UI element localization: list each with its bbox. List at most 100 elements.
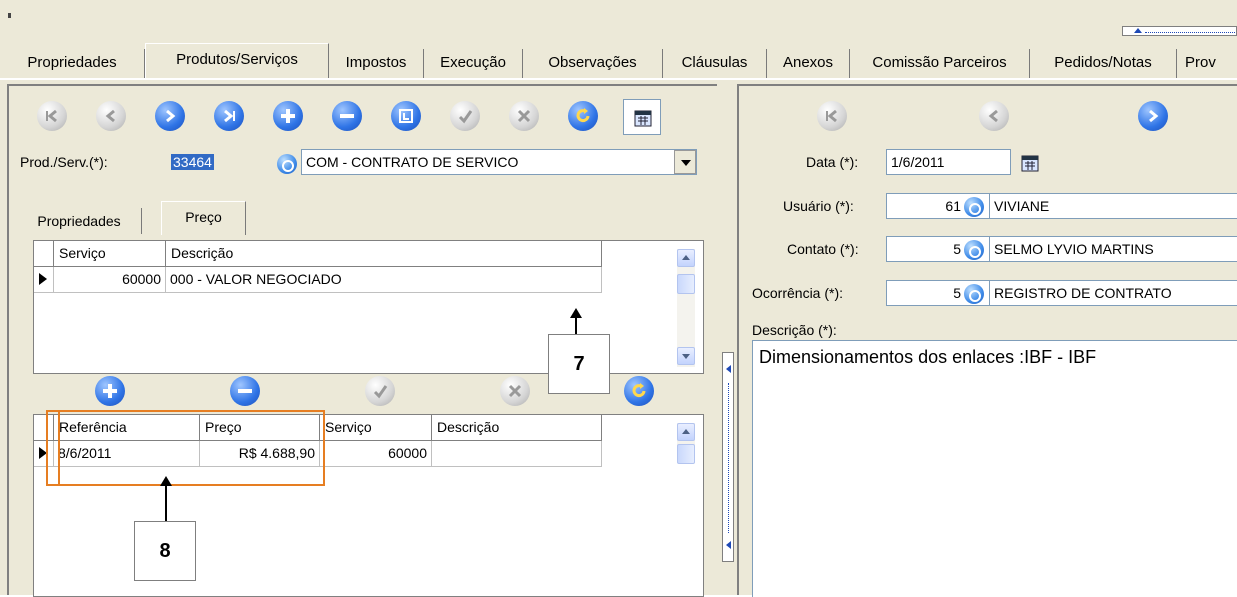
insert-button[interactable] xyxy=(273,101,303,131)
grip-mark xyxy=(8,13,11,18)
app-window: Propriedades Produtos/Serviços Impostos … xyxy=(0,0,1237,597)
first-icon xyxy=(826,109,837,123)
col-header-servico[interactable]: Serviço xyxy=(320,415,432,441)
refresh-icon xyxy=(576,108,590,123)
occ-first-button[interactable] xyxy=(817,101,847,131)
tab-clausulas[interactable]: Cláusulas xyxy=(663,49,767,79)
tab-pedidos-notas[interactable]: Pedidos/Notas xyxy=(1030,49,1177,79)
col-header-descricao[interactable]: Descrição xyxy=(432,415,602,441)
scroll-up-icon[interactable] xyxy=(677,249,695,267)
calendar-icon xyxy=(634,110,652,127)
up-arrow-icon xyxy=(1134,28,1142,33)
price-insert-button[interactable] xyxy=(95,376,125,406)
col-header-servico[interactable]: Serviço xyxy=(54,241,166,267)
tab-execucao[interactable]: Execução xyxy=(424,49,523,79)
prod-search-icon[interactable] xyxy=(277,154,297,174)
occ-next-button[interactable] xyxy=(1138,101,1168,131)
services-scrollbar[interactable] xyxy=(677,249,695,367)
tab-produtos-servicos[interactable]: Produtos/Serviços xyxy=(145,43,329,80)
tab-prov[interactable]: Prov xyxy=(1177,49,1237,79)
occurrences-pane: Data (*): 1/6/2011 Usuário (*): 61 VIVIA… xyxy=(737,84,1237,597)
cell-descricao[interactable]: 000 - VALOR NEGOCIADO xyxy=(166,267,602,293)
next-icon xyxy=(1149,109,1159,123)
prices-scrollbar[interactable] xyxy=(677,423,695,464)
ocorrencia-name-field[interactable]: REGISTRO DE CONTRATO xyxy=(989,280,1237,306)
tab-anexos[interactable]: Anexos xyxy=(767,49,850,79)
pane-splitter[interactable] xyxy=(722,352,734,562)
prod-code-field[interactable]: 33464 xyxy=(167,150,262,176)
usuario-search-icon[interactable] xyxy=(964,197,984,217)
cancel-icon xyxy=(508,384,522,398)
delete-icon xyxy=(340,114,354,118)
descricao-textarea[interactable]: Dimensionamentos dos enlaces :IBF - IBF xyxy=(752,340,1237,597)
cell-servico[interactable]: 60000 xyxy=(320,441,432,467)
chevron-down-icon[interactable] xyxy=(674,150,696,174)
first-button[interactable] xyxy=(37,101,67,131)
insert-icon xyxy=(103,384,117,398)
scroll-thumb[interactable] xyxy=(677,274,695,294)
price-cancel-button[interactable] xyxy=(500,376,530,406)
row-indicator xyxy=(34,267,54,293)
data-label: Data (*): xyxy=(806,154,859,170)
contato-name-field[interactable]: SELMO LYVIO MARTINS xyxy=(989,236,1237,262)
scroll-up-icon[interactable] xyxy=(677,423,695,441)
arrow-up-icon xyxy=(570,308,582,334)
collapse-left-icon xyxy=(726,365,731,373)
insert-icon xyxy=(281,109,295,123)
prod-serv-label: Prod./Serv.(*): xyxy=(20,154,108,170)
next-button[interactable] xyxy=(155,101,185,131)
top-strip xyxy=(0,0,1237,42)
contato-search-icon[interactable] xyxy=(964,240,984,260)
cancel-button[interactable] xyxy=(509,101,539,131)
arrow-up-icon xyxy=(160,476,172,522)
tab-impostos[interactable]: Impostos xyxy=(329,49,424,79)
scroll-down-icon[interactable] xyxy=(677,347,695,365)
products-toolbar xyxy=(9,99,709,137)
first-icon xyxy=(46,109,57,123)
scroll-thumb[interactable] xyxy=(677,444,695,464)
main-tabs: Propriedades Produtos/Serviços Impostos … xyxy=(0,43,1237,80)
edit-button[interactable] xyxy=(391,101,421,131)
subtab-preco[interactable]: Preço xyxy=(161,201,246,235)
calendar-button[interactable] xyxy=(623,99,661,135)
price-post-button[interactable] xyxy=(365,376,395,406)
tab-propriedades[interactable]: Propriedades xyxy=(0,49,145,79)
calendar-icon[interactable] xyxy=(1020,153,1040,173)
price-refresh-button[interactable] xyxy=(624,376,654,406)
delete-button[interactable] xyxy=(332,101,362,131)
prior-button[interactable] xyxy=(96,101,126,131)
collapse-left-icon xyxy=(726,541,731,549)
usuario-name-field[interactable]: VIVIANE xyxy=(989,193,1237,219)
usuario-label: Usuário (*): xyxy=(783,198,854,214)
col-header-descricao[interactable]: Descrição xyxy=(166,241,602,267)
prior-icon xyxy=(988,109,998,123)
refresh-icon xyxy=(632,383,646,398)
descricao-label: Descrição (*): xyxy=(752,322,837,338)
subtab-propriedades[interactable]: Propriedades xyxy=(17,208,142,234)
post-button[interactable] xyxy=(450,101,480,131)
tab-comissao-parceiros[interactable]: Comissão Parceiros xyxy=(850,49,1030,79)
last-icon xyxy=(224,109,235,123)
ocorrencia-label: Ocorrência (*): xyxy=(752,285,844,301)
collapse-handle[interactable] xyxy=(1122,26,1237,36)
cell-servico[interactable]: 60000 xyxy=(54,267,166,293)
price-delete-button[interactable] xyxy=(230,376,260,406)
next-icon xyxy=(166,109,176,123)
callout-8: 8 xyxy=(134,521,196,581)
post-icon xyxy=(373,385,388,399)
ocorrencia-search-icon[interactable] xyxy=(964,284,984,304)
callout-7: 7 xyxy=(548,334,610,394)
prior-icon xyxy=(105,109,115,123)
prod-desc-select[interactable]: COM - CONTRATO DE SERVICO xyxy=(301,149,697,175)
highlight-box xyxy=(46,410,325,486)
products-pane: Prod./Serv.(*): 33464 COM - CONTRATO DE … xyxy=(7,84,717,597)
occ-prior-button[interactable] xyxy=(979,101,1009,131)
tab-observacoes[interactable]: Observações xyxy=(523,49,663,79)
edit-icon xyxy=(399,109,413,123)
last-button[interactable] xyxy=(214,101,244,131)
refresh-button[interactable] xyxy=(568,101,598,131)
data-field[interactable]: 1/6/2011 xyxy=(886,149,1011,175)
cell-descricao[interactable] xyxy=(432,441,602,467)
cancel-icon xyxy=(517,109,531,123)
delete-icon xyxy=(238,389,252,393)
